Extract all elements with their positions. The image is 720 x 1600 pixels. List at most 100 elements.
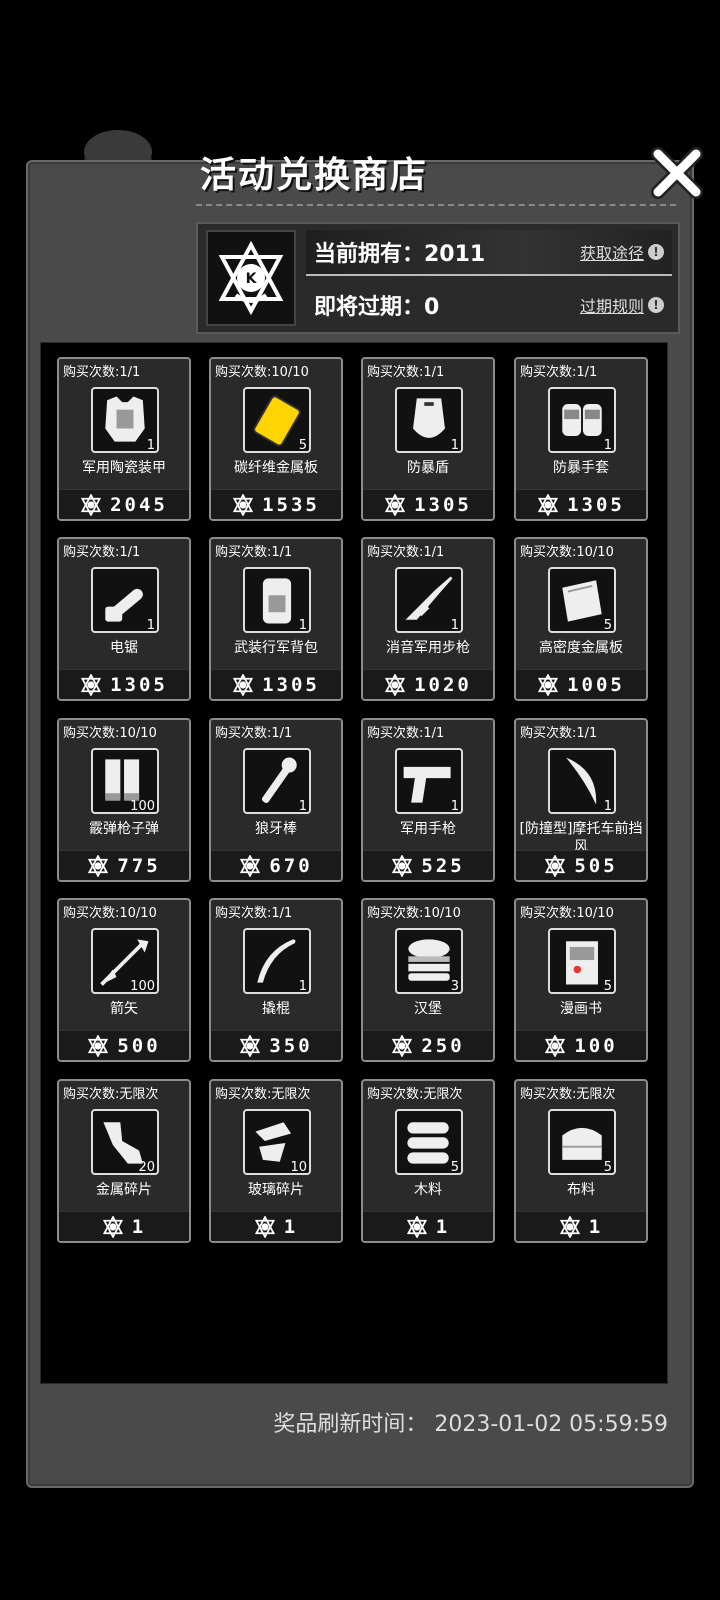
price-value: 1305 — [262, 673, 320, 696]
shop-item-card[interactable]: 购买次数:1/1 1 [防撞型]摩托车前挡风 505 — [514, 718, 648, 882]
token-icon — [544, 1034, 566, 1057]
expire-rules-link[interactable]: 过期规则 ! — [580, 293, 664, 317]
item-name: 汉堡 — [414, 1001, 442, 1017]
title-divider — [196, 204, 676, 206]
price-value: 775 — [117, 854, 161, 877]
item-icon-box: 1 — [91, 387, 159, 453]
item-icon-box: 1 — [548, 748, 616, 814]
shop-item-card[interactable]: 购买次数:1/1 1 军用陶瓷装甲 2045 — [57, 357, 191, 521]
item-icon-box: 5 — [548, 567, 616, 633]
shop-item-card[interactable]: 购买次数:1/1 1 防暴盾 1305 — [361, 357, 495, 521]
purchase-limit: 购买次数:1/1 — [63, 365, 141, 380]
token-icon — [406, 1215, 428, 1238]
item-icon-box: 100 — [91, 748, 159, 814]
token-icon — [87, 854, 109, 877]
item-icon-box: 1 — [243, 748, 311, 814]
item-quantity: 20 — [138, 1160, 155, 1175]
shop-item-card[interactable]: 购买次数:无限次 5 木料 1 — [361, 1079, 495, 1243]
shop-item-card[interactable]: 购买次数:10/10 100 霰弹枪子弹 775 — [57, 718, 191, 882]
token-emblem-icon: K — [206, 230, 296, 326]
token-icon — [239, 1034, 261, 1057]
price-value: 1535 — [262, 493, 320, 516]
info-icon: ! — [648, 297, 664, 313]
token-icon — [102, 1215, 124, 1238]
purchase-limit: 购买次数:无限次 — [215, 1087, 311, 1102]
currency-box: K 当前拥有：2011 获取途径 ! 即将过期：0 过期规则 ! — [196, 222, 680, 334]
token-icon — [559, 1215, 581, 1238]
item-icon-box: 1 — [548, 387, 616, 453]
shop-item-card[interactable]: 购买次数:1/1 1 狼牙棒 670 — [209, 718, 343, 882]
token-icon — [232, 493, 254, 516]
purchase-limit: 购买次数:1/1 — [215, 726, 293, 741]
item-name: 高密度金属板 — [539, 640, 623, 656]
item-icon-box: 3 — [395, 928, 463, 994]
shop-item-card[interactable]: 购买次数:无限次 20 金属碎片 1 — [57, 1079, 191, 1243]
item-price: 100 — [516, 1030, 646, 1060]
shop-item-card[interactable]: 购买次数:无限次 10 玻璃碎片 1 — [209, 1079, 343, 1243]
item-name: 军用手枪 — [400, 821, 456, 837]
price-value: 1 — [283, 1215, 299, 1238]
obtain-link-label: 获取途径 — [579, 244, 644, 263]
shop-item-card[interactable]: 购买次数:1/1 1 军用手枪 525 — [361, 718, 495, 882]
owned-label: 当前拥有：2011 — [314, 242, 486, 267]
item-quantity: 1 — [603, 438, 612, 453]
item-quantity: 1 — [298, 979, 307, 994]
shop-item-card[interactable]: 购买次数:1/1 1 消音军用步枪 1020 — [361, 537, 495, 701]
price-value: 350 — [269, 1034, 313, 1057]
token-icon — [544, 854, 566, 877]
item-icon-box: 1 — [395, 748, 463, 814]
item-icon-box: 20 — [91, 1109, 159, 1175]
shop-item-card[interactable]: 购买次数:1/1 1 武装行军背包 1305 — [209, 537, 343, 701]
shop-item-card[interactable]: 购买次数:无限次 5 布料 1 — [514, 1079, 648, 1243]
purchase-limit: 购买次数:10/10 — [215, 365, 309, 380]
shop-item-card[interactable]: 购买次数:10/10 5 碳纤维金属板 1535 — [209, 357, 343, 521]
item-icon-box: 5 — [548, 1109, 616, 1175]
item-icon-box: 1 — [395, 567, 463, 633]
shop-item-card[interactable]: 购买次数:10/10 5 漫画书 100 — [514, 898, 648, 1062]
item-quantity: 5 — [603, 979, 612, 994]
item-quantity: 10 — [290, 1160, 307, 1175]
purchase-limit: 购买次数:1/1 — [367, 365, 445, 380]
item-price: 2045 — [59, 489, 189, 519]
purchase-limit: 购买次数:1/1 — [215, 906, 293, 921]
item-name: 布料 — [567, 1182, 595, 1198]
item-price: 350 — [211, 1030, 341, 1060]
token-icon — [80, 493, 102, 516]
token-icon — [87, 1034, 109, 1057]
shop-item-card[interactable]: 购买次数:10/10 100 箭矢 500 — [57, 898, 191, 1062]
item-icon-box: 1 — [243, 567, 311, 633]
token-icon — [239, 854, 261, 877]
price-value: 100 — [574, 1034, 618, 1057]
purchase-limit: 购买次数:10/10 — [520, 906, 614, 921]
item-name: 碳纤维金属板 — [234, 460, 318, 476]
item-quantity: 100 — [130, 979, 155, 994]
item-price: 1305 — [363, 489, 493, 519]
token-icon — [391, 1034, 413, 1057]
item-name: 霰弹枪子弹 — [89, 821, 159, 837]
shop-item-card[interactable]: 购买次数:1/1 1 电锯 1305 — [57, 537, 191, 701]
token-icon — [254, 1215, 276, 1238]
item-quantity: 5 — [298, 438, 307, 453]
shop-item-card[interactable]: 购买次数:1/1 1 防暴手套 1305 — [514, 357, 648, 521]
item-icon-box: 1 — [91, 567, 159, 633]
purchase-limit: 购买次数:10/10 — [63, 906, 157, 921]
item-name: 电锯 — [110, 640, 138, 656]
item-quantity: 1 — [146, 618, 155, 633]
item-name: 防暴手套 — [553, 460, 609, 476]
item-price: 1 — [363, 1211, 493, 1241]
price-value: 250 — [421, 1034, 465, 1057]
item-quantity: 1 — [298, 618, 307, 633]
item-quantity: 5 — [603, 1160, 612, 1175]
shop-item-card[interactable]: 购买次数:10/10 3 汉堡 250 — [361, 898, 495, 1062]
shop-item-card[interactable]: 购买次数:10/10 5 高密度金属板 1005 — [514, 537, 648, 701]
shop-item-card[interactable]: 购买次数:1/1 1 撬棍 350 — [209, 898, 343, 1062]
token-icon — [232, 673, 254, 696]
price-value: 500 — [117, 1034, 161, 1057]
obtain-link[interactable]: 获取途径 ! — [580, 240, 664, 264]
item-quantity: 3 — [450, 979, 459, 994]
token-icon — [80, 673, 102, 696]
close-icon[interactable] — [650, 146, 704, 200]
price-value: 1305 — [110, 673, 168, 696]
purchase-limit: 购买次数:1/1 — [63, 545, 141, 560]
item-price: 250 — [363, 1030, 493, 1060]
